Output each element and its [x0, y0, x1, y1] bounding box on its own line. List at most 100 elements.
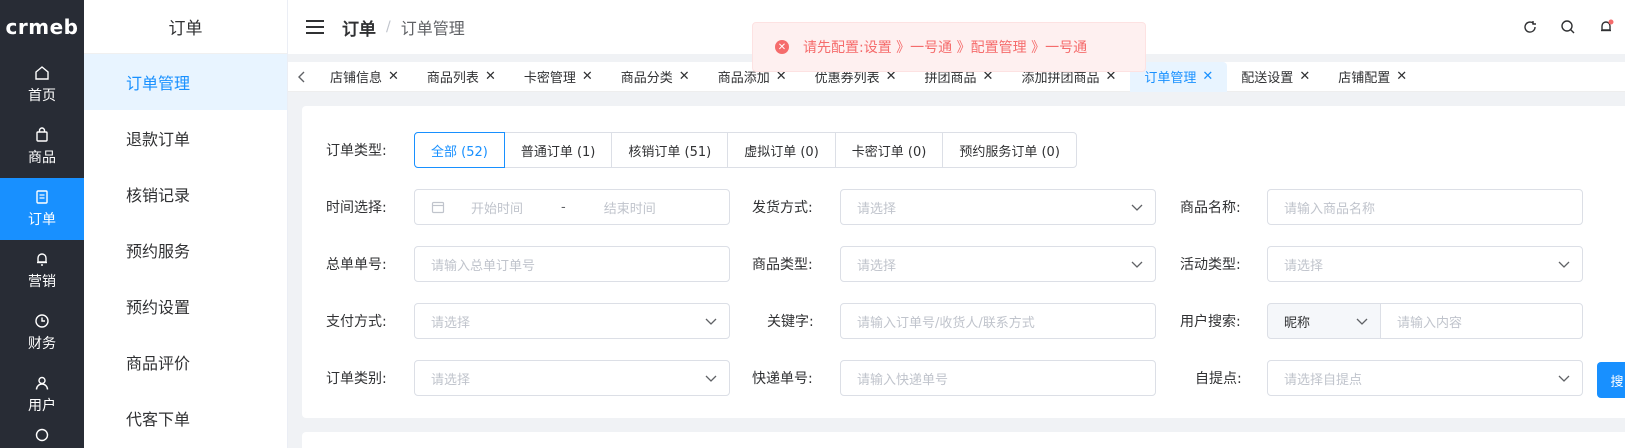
- crmeb-logo: crmeb: [5, 15, 79, 39]
- activity-type-label: 活动类型:: [1180, 257, 1241, 273]
- tab-shop-config[interactable]: 店铺配置 ✕: [1324, 62, 1421, 92]
- tab-shop-info[interactable]: 店铺信息 ✕: [316, 62, 413, 92]
- total-order-no-input[interactable]: 请输入总单订单号: [414, 246, 730, 282]
- bag-icon: [34, 127, 50, 143]
- submenu-item-proxy-order[interactable]: 代客下单: [84, 390, 287, 446]
- date-range-dash: -: [561, 199, 566, 215]
- tab-label: 卡密管理: [523, 71, 576, 86]
- close-icon[interactable]: ✕: [1299, 69, 1310, 84]
- rail-item-label: 订单: [28, 212, 56, 228]
- submenu-item-appointment-service[interactable]: 预约服务: [84, 222, 287, 278]
- select-placeholder: 请选择自提点: [1284, 372, 1363, 388]
- close-icon[interactable]: ✕: [388, 69, 399, 84]
- submenu-item-order-management[interactable]: 订单管理: [84, 54, 287, 110]
- chevron-down-icon: [705, 375, 717, 382]
- keyword-label: 关键字:: [767, 314, 814, 330]
- submenu-item-verification-records[interactable]: 核销记录: [84, 166, 287, 222]
- rail-item-label: 用户: [28, 398, 56, 414]
- user-search-type-select[interactable]: 昵称: [1267, 303, 1381, 339]
- rail-item-label: 商品: [28, 150, 56, 166]
- select-placeholder: 请选择: [1284, 258, 1324, 274]
- select-placeholder: 请选择: [857, 258, 897, 274]
- end-date-placeholder: 结束时间: [603, 201, 656, 217]
- select-placeholder: 请选择: [431, 315, 471, 331]
- submenu-item-refund-orders[interactable]: 退款订单: [84, 110, 287, 166]
- notification-bell-icon[interactable]: [1587, 0, 1625, 54]
- close-icon[interactable]: ✕: [1202, 69, 1213, 84]
- pay-method-select[interactable]: 请选择: [414, 303, 730, 339]
- search-icon[interactable]: [1549, 0, 1587, 54]
- order-type-virtual[interactable]: 虚拟订单 (0): [727, 132, 836, 168]
- order-type-segmented: 全部 (52) 普通订单 (1) 核销订单 (51) 虚拟订单 (0) 卡密订单…: [414, 132, 1077, 168]
- rail-item-home[interactable]: 首页: [0, 54, 84, 116]
- results-panel: [302, 432, 1625, 448]
- header-actions: [1511, 0, 1625, 54]
- pickup-point-select[interactable]: 请选择自提点: [1267, 360, 1583, 396]
- date-range-picker[interactable]: 开始时间 - 结束时间: [414, 189, 730, 225]
- tab-product-category[interactable]: 商品分类 ✕: [607, 62, 704, 92]
- submenu-title: 订单: [84, 0, 287, 54]
- keyword-input[interactable]: 请输入订单号/收货人/联系方式: [840, 303, 1156, 339]
- product-name-input[interactable]: 请输入商品名称: [1267, 189, 1583, 225]
- rail-item-users[interactable]: 用户: [0, 364, 84, 426]
- order-type-card[interactable]: 卡密订单 (0): [834, 132, 944, 168]
- tab-label: 店铺配置: [1338, 71, 1391, 86]
- submenu-item-product-reviews[interactable]: 商品评价: [84, 334, 287, 390]
- order-type-verification[interactable]: 核销订单 (51): [611, 132, 729, 168]
- tabs-scroll-left-icon[interactable]: [288, 62, 316, 92]
- rail-item-orders[interactable]: 订单: [0, 178, 84, 240]
- close-icon[interactable]: ✕: [485, 69, 496, 84]
- express-no-input[interactable]: 请输入快递单号: [840, 360, 1156, 396]
- submenu-item-appointment-settings[interactable]: 预约设置: [84, 278, 287, 334]
- select-placeholder: 请选择: [431, 372, 471, 388]
- rail-item-label: 财务: [28, 336, 56, 352]
- breadcrumb-separator: /: [386, 19, 391, 35]
- tab-product-list[interactable]: 商品列表 ✕: [413, 62, 510, 92]
- rail-item-marketing[interactable]: 营销: [0, 240, 84, 302]
- activity-type-select[interactable]: 请选择: [1267, 246, 1583, 282]
- user-search-label: 用户搜索:: [1180, 314, 1241, 330]
- main-nav-rail: crmeb 首页 商品 订单 营销 财务 用户: [0, 0, 84, 448]
- breadcrumb-root[interactable]: 订单: [342, 15, 376, 40]
- rail-item-finance[interactable]: 财务: [0, 302, 84, 364]
- order-type-appointment[interactable]: 预约服务订单 (0): [942, 132, 1077, 168]
- rail-item-products[interactable]: 商品: [0, 116, 84, 178]
- calendar-icon: [431, 200, 445, 214]
- order-category-select[interactable]: 请选择: [414, 360, 730, 396]
- notification-text: 请先配置:设置 》一号通 》配置管理 》一号通: [803, 40, 1088, 56]
- error-notification: ✕ 请先配置:设置 》一号通 》配置管理 》一号通: [752, 22, 1146, 72]
- close-icon[interactable]: ✕: [582, 69, 593, 84]
- bell-icon: [34, 251, 50, 267]
- total-order-no-label: 总单单号:: [326, 257, 387, 273]
- chevron-down-icon: [1131, 261, 1143, 268]
- ship-method-select[interactable]: 请选择: [840, 189, 1156, 225]
- close-icon[interactable]: ✕: [679, 69, 690, 84]
- tab-delivery-settings[interactable]: 配送设置 ✕: [1227, 62, 1324, 92]
- tab-label: 订单管理: [1144, 71, 1197, 86]
- order-category-label: 订单类别:: [326, 371, 387, 387]
- rail-item-more[interactable]: [0, 426, 84, 448]
- input-placeholder: 请输入订单号/收货人/联系方式: [857, 315, 1035, 331]
- product-type-select[interactable]: 请选择: [840, 246, 1156, 282]
- chevron-down-icon: [1356, 318, 1368, 325]
- tab-label: 店铺信息: [330, 71, 383, 86]
- search-button[interactable]: 搜: [1597, 362, 1625, 398]
- select-value: 昵称: [1284, 315, 1311, 331]
- menu-toggle-icon[interactable]: [306, 20, 324, 34]
- user-search-input[interactable]: 请输入内容: [1380, 303, 1583, 339]
- input-placeholder: 请输入商品名称: [1284, 201, 1376, 217]
- order-type-normal[interactable]: 普通订单 (1): [503, 132, 613, 168]
- refresh-icon[interactable]: [1511, 0, 1549, 54]
- tab-label: 商品分类: [620, 71, 673, 86]
- chevron-down-icon: [705, 318, 717, 325]
- ship-method-label: 发货方式:: [752, 200, 813, 216]
- chevron-down-icon: [1558, 375, 1570, 382]
- tab-card-secret[interactable]: 卡密管理 ✕: [510, 62, 607, 92]
- input-placeholder: 请输入内容: [1397, 315, 1463, 331]
- order-type-all[interactable]: 全部 (52): [414, 132, 505, 168]
- chevron-down-icon: [1131, 204, 1143, 211]
- tab-label: 配送设置: [1241, 71, 1294, 86]
- submenu-panel: 订单 订单管理 退款订单 核销记录 预约服务 预约设置 商品评价 代客下单: [84, 0, 288, 448]
- close-icon[interactable]: ✕: [1396, 69, 1407, 84]
- breadcrumb-current: 订单管理: [400, 19, 465, 38]
